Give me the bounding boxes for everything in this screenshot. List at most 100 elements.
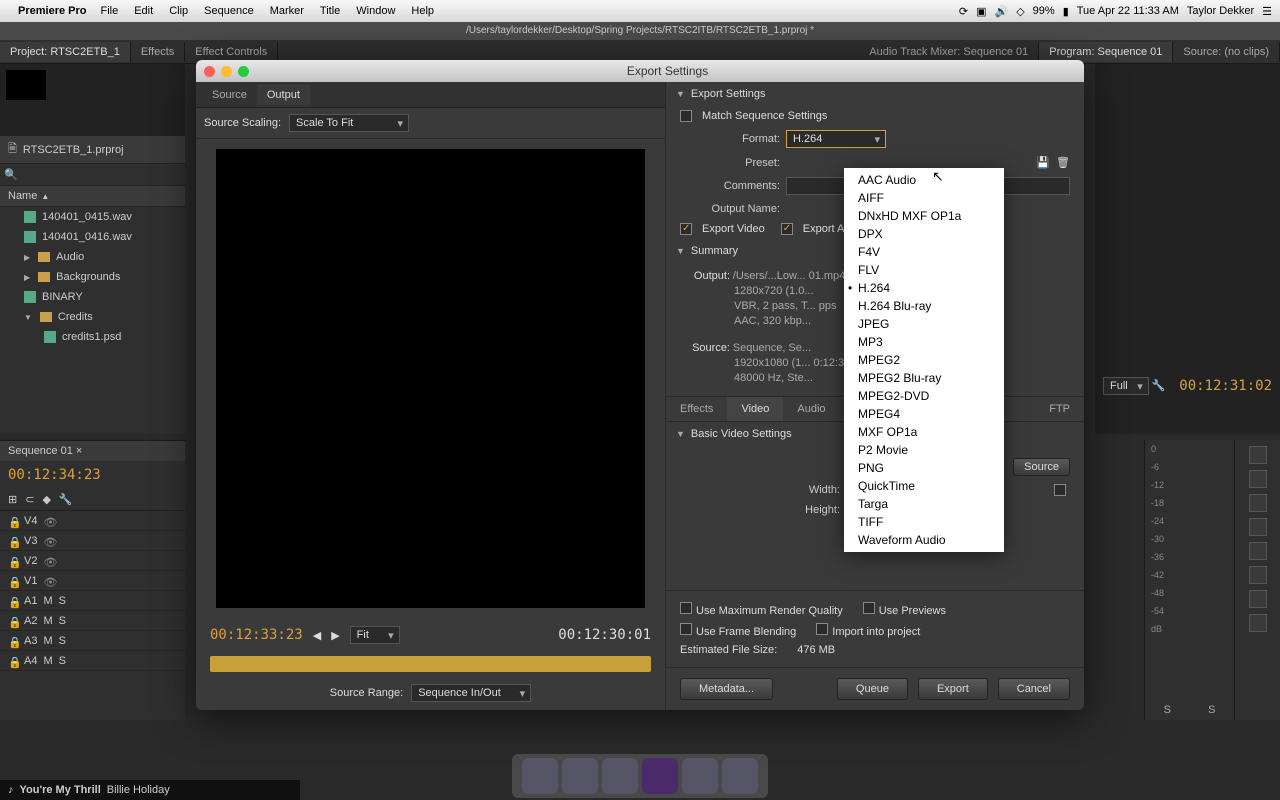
audio-track-A3[interactable]: 🔒A3MS xyxy=(0,631,185,651)
max-quality-checkbox[interactable] xyxy=(680,602,692,614)
sync-icon[interactable]: ⟳ xyxy=(959,5,968,18)
subtab-effects[interactable]: Effects xyxy=(666,397,727,421)
wifi-icon[interactable]: ◇ xyxy=(1016,5,1024,18)
format-option[interactable]: Targa xyxy=(844,495,1004,513)
clock[interactable]: Tue Apr 22 11:33 AM xyxy=(1077,5,1179,17)
project-item[interactable]: credits1.psd xyxy=(0,327,185,347)
format-dropdown-list[interactable]: AAC AudioAIFFDNxHD MXF OP1aDPXF4VFLVH.26… xyxy=(844,168,1004,552)
video-track-V2[interactable]: 🔒V2👁 xyxy=(0,551,185,571)
dock[interactable] xyxy=(512,754,768,798)
sequence-tab[interactable]: Sequence 01 × xyxy=(0,441,185,461)
bin-credits[interactable]: Credits xyxy=(0,307,185,327)
export-audio-checkbox[interactable] xyxy=(781,223,793,235)
export-settings-header[interactable]: Export Settings xyxy=(666,82,1084,106)
format-option[interactable]: FLV xyxy=(844,261,1004,279)
menu-marker[interactable]: Marker xyxy=(270,5,304,17)
format-option[interactable]: H.264 Blu-ray xyxy=(844,297,1004,315)
snap-icon[interactable]: ⊞ xyxy=(8,493,17,506)
project-item[interactable]: BINARY xyxy=(0,287,185,307)
close-icon[interactable] xyxy=(204,66,215,77)
format-option[interactable]: F4V xyxy=(844,243,1004,261)
use-previews-checkbox[interactable] xyxy=(863,602,875,614)
format-option[interactable]: Waveform Audio xyxy=(844,531,1004,549)
format-select[interactable]: H.264 xyxy=(786,130,886,148)
queue-button[interactable]: Queue xyxy=(837,678,908,700)
source-range-select[interactable]: Sequence In/Out xyxy=(411,684,531,702)
format-option[interactable]: JPEG xyxy=(844,315,1004,333)
tab-source[interactable]: Source xyxy=(202,85,257,105)
source-scaling-select[interactable]: Scale To Fit xyxy=(289,114,409,132)
dropbox-icon[interactable]: ▣ xyxy=(976,5,986,18)
tab-project[interactable]: Project: RTSC2ETB_1 xyxy=(0,42,131,62)
format-option[interactable]: PNG xyxy=(844,459,1004,477)
format-option[interactable]: TIFF xyxy=(844,513,1004,531)
match-sequence-checkbox[interactable] xyxy=(680,110,692,122)
dock-itunes-icon[interactable] xyxy=(602,758,638,794)
menu-file[interactable]: File xyxy=(100,5,118,17)
format-option[interactable]: AIFF xyxy=(844,189,1004,207)
format-option[interactable]: MXF OP1a xyxy=(844,423,1004,441)
format-option[interactable]: P2 Movie xyxy=(844,441,1004,459)
track-select-tool[interactable] xyxy=(1249,470,1267,488)
cancel-button[interactable]: Cancel xyxy=(998,678,1070,700)
menu-edit[interactable]: Edit xyxy=(134,5,153,17)
marker-icon[interactable]: ◆ xyxy=(42,493,50,506)
dock-trash-icon[interactable] xyxy=(722,758,758,794)
resolution-dropdown[interactable]: Full 🔧 xyxy=(1103,379,1166,392)
menu-window[interactable]: Window xyxy=(356,5,395,17)
fit-select[interactable]: Fit xyxy=(350,626,400,644)
step-fwd-icon[interactable]: ▶ xyxy=(331,629,339,642)
export-button[interactable]: Export xyxy=(918,678,988,700)
wrench-icon[interactable]: 🔧 xyxy=(59,493,73,506)
zoom-icon[interactable] xyxy=(238,66,249,77)
meter-solo-1[interactable]: S xyxy=(1164,704,1171,716)
menu-title[interactable]: Title xyxy=(320,5,340,17)
slip-tool[interactable] xyxy=(1249,542,1267,560)
bin-audio[interactable]: Audio xyxy=(0,247,185,267)
match-source-button[interactable]: Source xyxy=(1013,458,1070,476)
app-name[interactable]: Premiere Pro xyxy=(18,5,86,17)
menu-sequence[interactable]: Sequence xyxy=(204,5,254,17)
link-icon[interactable]: ⊂ xyxy=(25,493,34,506)
minimize-icon[interactable] xyxy=(221,66,232,77)
meter-solo-2[interactable]: S xyxy=(1208,704,1215,716)
menu-clip[interactable]: Clip xyxy=(169,5,188,17)
menu-help[interactable]: Help xyxy=(411,5,434,17)
volume-icon[interactable]: 🔊 xyxy=(994,5,1008,18)
spotlight-icon[interactable]: ☰ xyxy=(1262,5,1272,18)
dock-quicktime-icon[interactable] xyxy=(682,758,718,794)
in-timecode[interactable]: 00:12:33:23 xyxy=(210,627,303,643)
format-option[interactable]: H.264 xyxy=(844,279,1004,297)
user-name[interactable]: Taylor Dekker xyxy=(1187,5,1254,17)
razor-tool[interactable] xyxy=(1249,518,1267,536)
dock-app-icon[interactable] xyxy=(562,758,598,794)
timeline-timecode[interactable]: 00:12:34:23 xyxy=(0,461,185,489)
tab-output[interactable]: Output xyxy=(257,85,310,105)
format-option[interactable]: AAC Audio xyxy=(844,171,1004,189)
preset-save-icon[interactable]: 💾 xyxy=(1036,156,1050,169)
settings-icon[interactable]: 🔧 xyxy=(1152,380,1166,392)
project-name-header[interactable]: Name▲ xyxy=(0,186,185,207)
project-file-row[interactable]: 🗎 RTSC2ETB_1.prproj xyxy=(0,136,185,163)
selection-tool[interactable] xyxy=(1249,446,1267,464)
dock-premiere-icon[interactable] xyxy=(642,758,678,794)
subtab-video[interactable]: Video xyxy=(727,397,783,421)
hand-tool[interactable] xyxy=(1249,590,1267,608)
audio-track-A2[interactable]: 🔒A2MS xyxy=(0,611,185,631)
bin-backgrounds[interactable]: Backgrounds xyxy=(0,267,185,287)
video-track-V3[interactable]: 🔒V3👁 xyxy=(0,531,185,551)
dock-finder-icon[interactable] xyxy=(522,758,558,794)
project-item[interactable]: 140401_0416.wav xyxy=(0,227,185,247)
tab-effects[interactable]: Effects xyxy=(131,42,185,62)
preset-delete-icon[interactable]: 🗑 xyxy=(1056,156,1070,169)
width-link-checkbox[interactable] xyxy=(1054,484,1066,496)
format-option[interactable]: MPEG4 xyxy=(844,405,1004,423)
format-option[interactable]: MP3 xyxy=(844,333,1004,351)
tab-audio-mixer[interactable]: Audio Track Mixer: Sequence 01 xyxy=(859,42,1039,62)
now-playing-bar[interactable]: ♪ You're My Thrill Billie Holiday xyxy=(0,780,300,800)
frame-blending-checkbox[interactable] xyxy=(680,623,692,635)
project-item[interactable]: 140401_0415.wav xyxy=(0,207,185,227)
metadata-button[interactable]: Metadata... xyxy=(680,678,773,700)
audio-track-A4[interactable]: 🔒A4MS xyxy=(0,651,185,671)
ripple-tool[interactable] xyxy=(1249,494,1267,512)
